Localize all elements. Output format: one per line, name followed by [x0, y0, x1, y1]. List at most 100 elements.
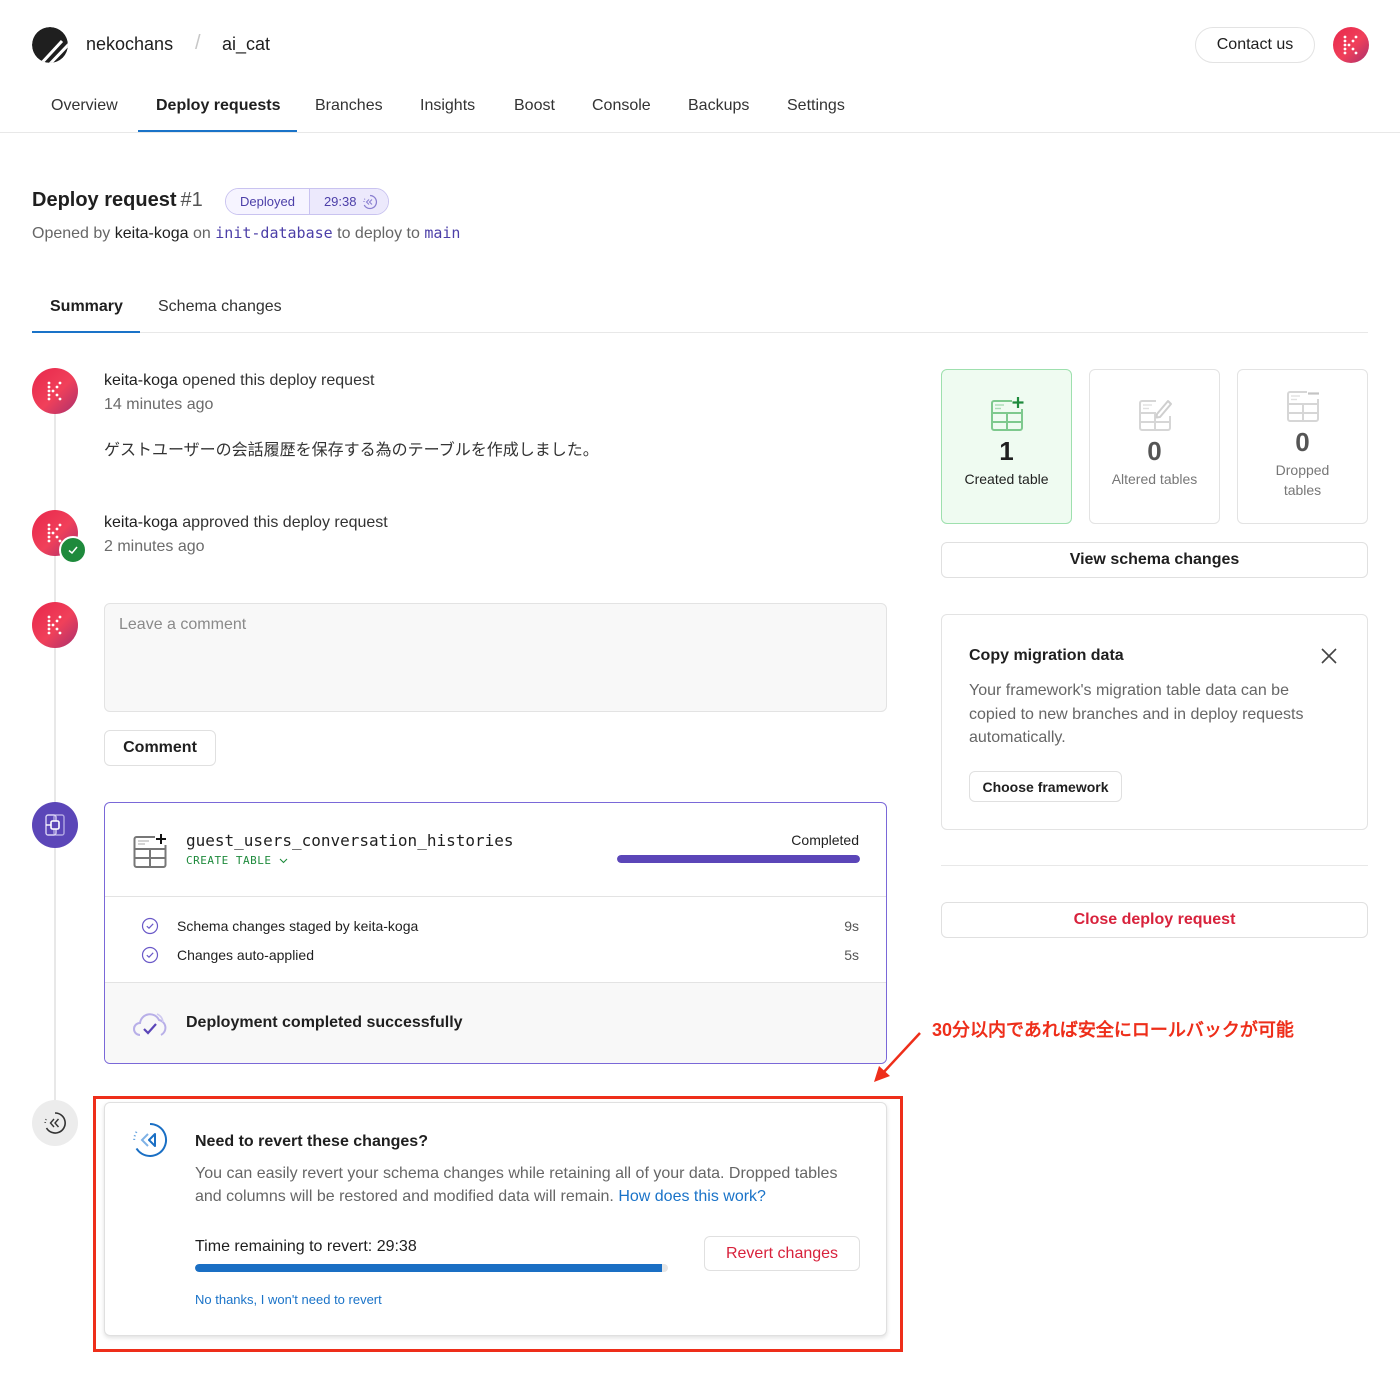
- check-circle-icon: [141, 917, 159, 935]
- deploy-to-label: to deploy to: [337, 225, 420, 242]
- tab-schema-changes[interactable]: Schema changes: [158, 298, 282, 316]
- deployment-steps: Schema changes staged by keita-koga 9s C…: [105, 897, 886, 983]
- user-avatar-icon[interactable]: [32, 368, 78, 414]
- deployment-table-row: guest_users_conversation_histories CREAT…: [105, 803, 886, 897]
- database-name-link[interactable]: ai_cat: [222, 34, 270, 55]
- stat-label: Dropped tables: [1275, 462, 1330, 498]
- deployment-card: guest_users_conversation_histories CREAT…: [104, 802, 887, 1064]
- revert-changes-button[interactable]: Revert changes: [704, 1236, 860, 1271]
- author-link[interactable]: keita-koga: [115, 225, 189, 242]
- event-time: 14 minutes ago: [104, 396, 214, 413]
- deployment-result-text: Deployment completed successfully: [186, 1014, 463, 1031]
- org-name-link[interactable]: nekochans: [86, 34, 173, 55]
- event-user-link[interactable]: keita-koga: [104, 514, 178, 531]
- deploy-request-number: #1: [180, 189, 203, 211]
- main-nav: Overview Deploy requests Branches Insigh…: [0, 88, 1400, 133]
- nav-deploy-requests[interactable]: Deploy requests: [156, 88, 280, 133]
- user-avatar-icon[interactable]: [32, 602, 78, 648]
- stat-dropped-tables[interactable]: 0 Dropped tables: [1237, 369, 1368, 524]
- revert-time-bar-fill: [195, 1264, 663, 1272]
- k-dots-icon: [47, 381, 62, 401]
- event-approved: keita-koga approved this deploy request: [104, 514, 388, 532]
- nav-backups[interactable]: Backups: [688, 88, 749, 133]
- revert-time-remaining: Time remaining to revert: 29:38: [195, 1238, 417, 1255]
- event-opened: keita-koga opened this deploy request: [104, 372, 374, 390]
- deployment-result: Deployment completed successfully: [105, 983, 886, 1063]
- nav-branches[interactable]: Branches: [315, 88, 383, 133]
- step-duration: 9s: [844, 918, 859, 934]
- stat-created-tables[interactable]: 1 Created table: [941, 369, 1072, 524]
- stat-count: 0: [1295, 427, 1310, 457]
- nav-overview[interactable]: Overview: [51, 88, 118, 133]
- close-icon[interactable]: [1319, 646, 1339, 666]
- deployment-status: Completed: [791, 832, 859, 848]
- k-dots-icon: [1343, 35, 1358, 55]
- revert-icon: [131, 1121, 169, 1164]
- nav-settings[interactable]: Settings: [787, 88, 845, 133]
- stat-label: Created table: [964, 471, 1049, 487]
- chevron-down-icon: [279, 858, 287, 864]
- table-name: guest_users_conversation_histories: [186, 831, 514, 850]
- revert-icon: [363, 194, 378, 209]
- deploy-branch-icon: [32, 802, 78, 848]
- nav-console[interactable]: Console: [592, 88, 651, 133]
- user-avatar-icon[interactable]: [1333, 27, 1369, 63]
- source-branch-link[interactable]: init-database: [215, 224, 332, 242]
- comment-button[interactable]: Comment: [104, 730, 216, 766]
- status-badge-label: Deployed: [226, 189, 310, 214]
- page-title: Deploy request #1: [32, 189, 203, 212]
- nav-active-indicator: [138, 130, 297, 132]
- stat-count: 1: [999, 436, 1014, 466]
- operation-label: CREATE TABLE: [186, 854, 272, 867]
- revert-time-bar: [195, 1264, 668, 1272]
- deployment-step: Changes auto-applied: [141, 946, 314, 964]
- copy-migration-body: Your framework's migration table data ca…: [969, 682, 1304, 746]
- approved-check-icon: [59, 536, 87, 564]
- event-action: opened this deploy request: [182, 372, 375, 389]
- revert-card: Need to revert these changes? You can ea…: [104, 1102, 887, 1336]
- revert-timer-text: 29:38: [323, 194, 357, 209]
- planetscale-logo-icon[interactable]: [32, 27, 68, 63]
- deployment-progress-bar: [617, 855, 860, 863]
- copy-migration-title: Copy migration data: [969, 647, 1124, 664]
- stat-altered-tables[interactable]: 0 Altered tables: [1089, 369, 1220, 524]
- on-label: on: [193, 225, 211, 242]
- sidebar-divider: [941, 865, 1368, 866]
- revert-timer-badge: 29:38: [309, 189, 389, 214]
- stat-label: Altered tables: [1111, 471, 1198, 487]
- check-circle-icon: [141, 946, 159, 964]
- revert-description: You can easily revert your schema change…: [195, 1162, 855, 1208]
- revert-timeline-icon: [32, 1100, 78, 1146]
- copy-migration-card: Copy migration data Your framework's mig…: [941, 614, 1368, 830]
- deployment-progress-fill: [617, 855, 860, 863]
- dismiss-revert-link[interactable]: No thanks, I won't need to revert: [195, 1292, 382, 1307]
- annotation-text: 30分以内であれば安全にロールバックが可能: [932, 1020, 1294, 1040]
- revert-title: Need to revert these changes?: [195, 1133, 428, 1150]
- deployment-step: Schema changes staged by keita-koga: [141, 917, 418, 935]
- contact-us-button[interactable]: Contact us: [1195, 27, 1315, 63]
- table-add-icon: [942, 396, 1071, 432]
- table-remove-icon: [1238, 387, 1367, 423]
- cloud-check-icon: [132, 1009, 168, 1044]
- breadcrumb-separator: /: [195, 32, 201, 54]
- how-does-this-work-link[interactable]: How does this work?: [618, 1188, 766, 1205]
- status-badge: Deployed 29:38: [225, 188, 390, 215]
- k-dots-icon: [47, 615, 62, 635]
- comment-input[interactable]: [104, 603, 887, 712]
- opened-by-label: Opened by: [32, 225, 111, 242]
- close-deploy-request-button[interactable]: Close deploy request: [941, 902, 1368, 938]
- event-time: 2 minutes ago: [104, 538, 205, 555]
- step-label: Changes auto-applied: [177, 947, 314, 963]
- event-user-link[interactable]: keita-koga: [104, 372, 178, 389]
- create-table-icon: [133, 833, 167, 874]
- tab-summary[interactable]: Summary: [50, 298, 123, 316]
- table-edit-icon: [1090, 396, 1219, 432]
- annotation-arrow-icon: [870, 1030, 925, 1085]
- target-branch-link[interactable]: main: [424, 224, 460, 242]
- view-schema-changes-button[interactable]: View schema changes: [941, 542, 1368, 578]
- event-action: approved this deploy request: [182, 514, 388, 531]
- nav-boost[interactable]: Boost: [514, 88, 555, 133]
- choose-framework-button[interactable]: Choose framework: [969, 771, 1122, 802]
- operation-toggle[interactable]: CREATE TABLE: [186, 854, 288, 867]
- nav-insights[interactable]: Insights: [420, 88, 475, 133]
